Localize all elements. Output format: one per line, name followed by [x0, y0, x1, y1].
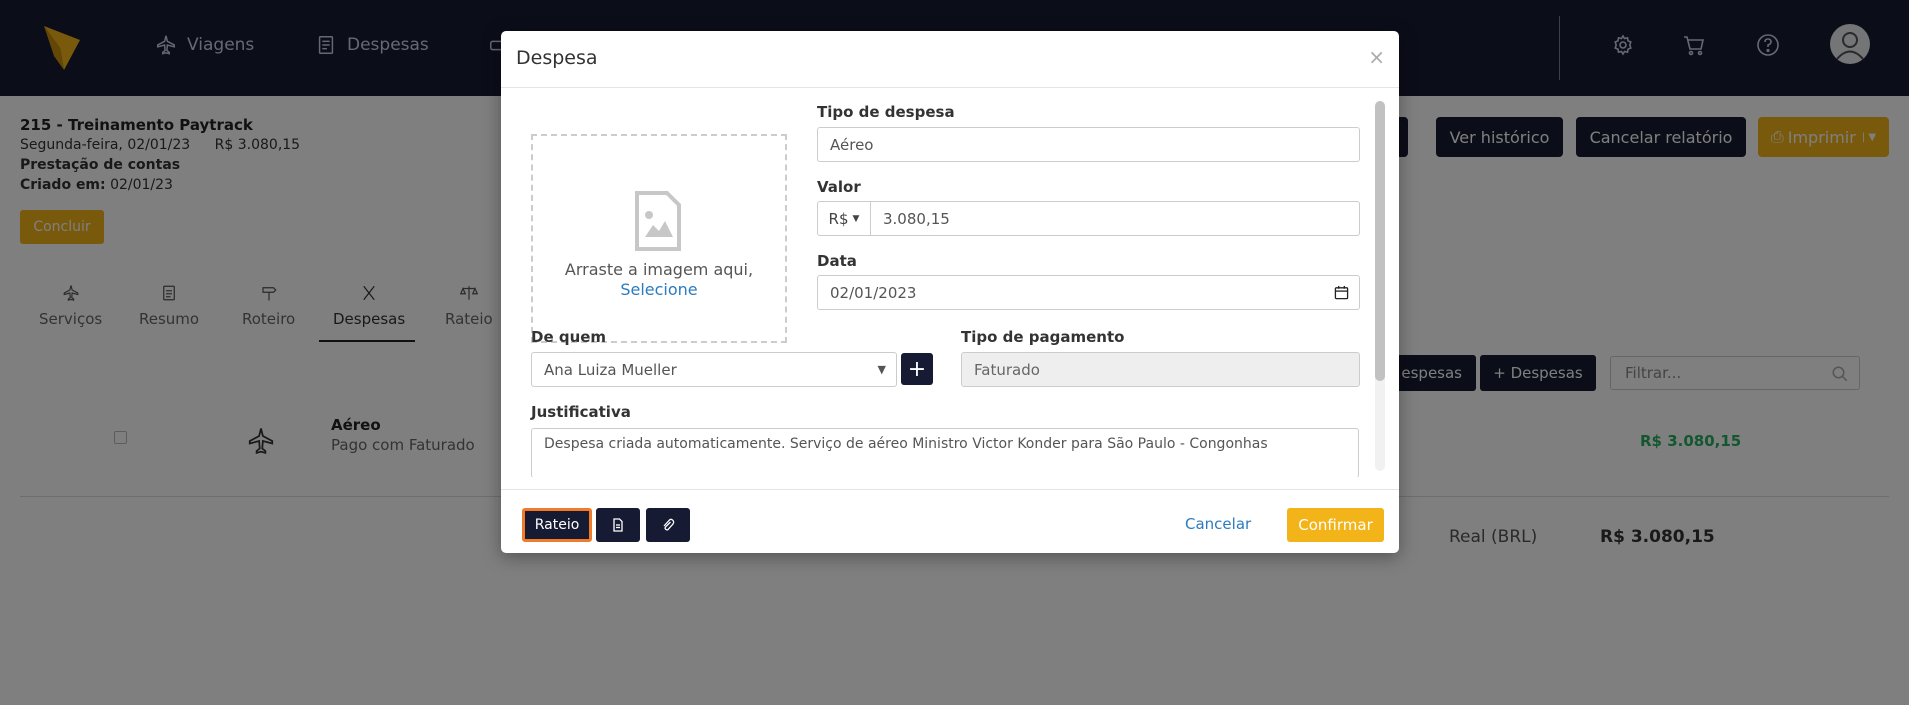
- modal-scrollbar[interactable]: [1375, 101, 1385, 471]
- rateio-button[interactable]: Rateio: [522, 508, 592, 542]
- de-quem-label: De quem: [531, 328, 607, 346]
- despesa-modal: Despesa × Arraste a imagem aqui, Selecio…: [501, 31, 1399, 553]
- add-person-button[interactable]: +: [901, 353, 933, 385]
- dropzone-text: Arraste a imagem aqui,: [564, 260, 754, 279]
- image-file-icon: [635, 191, 681, 251]
- justificativa-textarea[interactable]: Despesa criada automaticamente. Serviço …: [531, 428, 1359, 478]
- calendar-icon[interactable]: [1334, 285, 1349, 300]
- select-link[interactable]: Selecione: [533, 280, 785, 299]
- plus-icon: +: [907, 356, 927, 382]
- paperclip-icon: [663, 518, 675, 531]
- justificativa-label: Justificativa: [531, 403, 631, 421]
- data-label: Data: [817, 252, 857, 270]
- image-dropzone[interactable]: Arraste a imagem aqui, Selecione: [531, 134, 787, 343]
- close-icon[interactable]: ×: [1368, 45, 1385, 69]
- tipo-pagamento-label: Tipo de pagamento: [961, 328, 1125, 346]
- tipo-pagamento-input: Faturado: [961, 352, 1360, 387]
- de-quem-select[interactable]: Ana Luiza Mueller ▼: [531, 352, 897, 387]
- body-clip: [501, 477, 1399, 489]
- scrollbar-thumb[interactable]: [1375, 101, 1385, 381]
- data-input[interactable]: 02/01/2023: [817, 275, 1360, 310]
- de-quem-value: Ana Luiza Mueller: [544, 360, 677, 379]
- data-value: 02/01/2023: [830, 283, 917, 302]
- modal-footer: Rateio Cancelar Confirmar: [501, 489, 1399, 553]
- valor-label: Valor: [817, 178, 861, 196]
- document-button[interactable]: [596, 508, 640, 542]
- cancelar-button[interactable]: Cancelar: [1185, 515, 1251, 533]
- currency-dropdown[interactable]: R$ ▼: [817, 201, 871, 236]
- attach-button[interactable]: [646, 508, 690, 542]
- tipo-despesa-input[interactable]: Aéreo: [817, 127, 1360, 162]
- confirmar-button[interactable]: Confirmar: [1287, 508, 1384, 542]
- tipo-despesa-label: Tipo de despesa: [817, 103, 955, 121]
- caret-down-icon: ▼: [852, 213, 860, 224]
- currency-label: R$: [828, 209, 849, 228]
- modal-header: Despesa ×: [501, 31, 1399, 88]
- modal-title: Despesa: [516, 47, 598, 69]
- valor-input[interactable]: 3.080,15: [870, 201, 1360, 236]
- chevron-down-icon: ▼: [877, 363, 886, 376]
- document-icon: [613, 518, 623, 532]
